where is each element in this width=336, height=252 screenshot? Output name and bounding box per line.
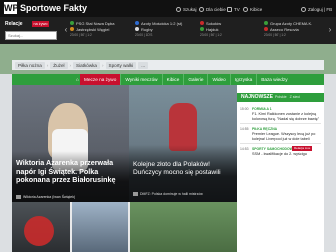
nav-for-you[interactable]: Dla ciebie [199,4,226,14]
bottom-row [12,202,237,252]
photo-icon [16,195,21,199]
bottom-article[interactable] [130,202,237,252]
news-category[interactable]: SPORTY SAMOCHODOWE [252,147,295,151]
nav-search-label: Szukaj [183,6,197,12]
scores-strip: Relacje na żywo Szukaj... ‹ PSG Stal Now… [0,17,336,44]
news-time: 15:00 [240,107,249,111]
news-text[interactable]: F1. Kimi Raikkonen zostanie z kolejną ko… [252,112,322,121]
team-badge-icon [70,27,74,31]
nav-tv[interactable]: TV [227,4,240,14]
match-card[interactable]: Grupa Azoty CHEMA K. Asseco Resovia 23:0… [264,20,324,42]
second-title[interactable]: Kolejne złoto dla Polaków! Duńczycy mocn… [133,161,233,177]
match-home: Grupa Azoty CHEMA K. [270,20,313,26]
user-icon [199,6,204,12]
nav-tv-label: TV [234,6,240,12]
fans-icon [243,6,248,12]
search-icon [176,6,181,12]
relacje-label: Relacje [5,21,23,27]
scores-prev-button[interactable]: ‹ [62,23,70,37]
bottom-article[interactable] [72,202,128,252]
match-meta: 23:00 | 50' | 1:2 [200,33,222,37]
match-meta: 23:00 | 1D'S [135,33,153,37]
news-category[interactable]: PIŁKA RĘCZNA [252,127,277,131]
brand-name[interactable]: Sportowe Fakty [20,3,87,14]
main-nav: ⌂ Mecze na żywo Wyniki meczów Kibice Gal… [12,74,324,85]
lead-title[interactable]: Wiktoria Azarenka przerwała napór Igi Św… [16,158,128,185]
match-home: Sokołów [206,20,222,26]
match-away: Asseco Resovia [270,26,299,32]
nav-fans[interactable]: Kibice [243,4,262,14]
crumb-more-button[interactable]: ... [138,61,149,69]
news-time: 14:53 [240,147,249,151]
nav-login-label: Zaloguj | FB [308,6,333,12]
second-caption-text: DMFZ: Polska dominuje w halli mistrzów [140,192,203,196]
news-item[interactable]: 14:53 SPORTY SAMOCHODOWE Relacja Live SS… [237,146,324,167]
lead-article[interactable]: Wiktoria Azarenka przerwała napór Igi Św… [12,85,129,202]
team-badge-icon [70,21,74,25]
crumb-item[interactable]: Piłka nożna [15,61,45,69]
nav-fans-label: Kibice [250,6,263,12]
tab-polish[interactable]: Polskie [275,95,287,99]
nav-search[interactable]: Szukaj [176,4,197,14]
news-time: 14:55 [240,127,249,131]
match-away: Rugby [141,26,153,32]
latest-news-tabs: Polskie Z sieci [275,95,300,99]
bottom-article[interactable] [12,202,70,252]
nav-live-matches[interactable]: Mecze na żywo [80,74,121,85]
nav-galleries[interactable]: Galerie [183,74,207,85]
news-text[interactable]: SSM - kwalifikacje do 2. wyścigu [252,152,322,157]
lead-caption-text: Wiktoria Azarenka (Iwan Świątek) [23,195,76,199]
top-bar: WP Sportowe Fakty Szukaj Dla ciebie TV K… [0,0,336,17]
match-away: Jastrzębski Węgiel [76,26,110,32]
team-badge-icon [200,21,204,25]
tab-web[interactable]: Z sieci [290,95,300,99]
match-card[interactable]: Azoty Mościcka 1:2 (st) Rugby 23:00 | 1D… [135,20,195,42]
match-away: Hajduk [206,26,219,32]
team-badge-icon [264,27,268,31]
scores-next-button[interactable]: › [326,23,334,37]
tv-icon [227,6,232,12]
nav-fans[interactable]: Kibice [161,74,184,85]
lead-caption: Wiktoria Azarenka (Iwan Świątek) [16,195,75,199]
page: WP Sportowe Fakty Szukaj Dla ciebie TV K… [0,0,336,252]
login-icon [301,6,306,12]
relacje-box: Relacje na żywo Szukaj... [2,20,60,42]
team-badge-icon [264,21,268,25]
nav-for-you-label: Dla ciebie [206,6,226,12]
nav-knowledge[interactable]: Baza wiedzy [256,74,291,85]
live-badge[interactable]: na żywo [32,21,49,27]
breadcrumb: Piłka nożna › Żużel › Siatkówka › Sporty… [12,60,324,70]
crumb-item[interactable]: Sporty walki [105,61,137,69]
news-text[interactable]: Premier League. Wszyscy lecą już po kole… [252,132,322,141]
wp-logo[interactable]: WP [4,2,19,14]
photo-icon [133,192,138,196]
scores-search-input[interactable]: Szukaj... [5,31,57,40]
news-category[interactable]: FORMUŁA 1 [252,107,272,111]
match-card[interactable]: PSG Stal Nowa Dęba Jastrzębski Węgiel 23… [70,20,130,42]
team-badge-icon [200,27,204,31]
second-article[interactable]: Kolejne złoto dla Polaków! Duńczycy mocn… [129,85,237,202]
nav-results[interactable]: Wyniki meczów [120,74,161,85]
match-card[interactable]: Sokołów Hajduk 23:00 | 50' | 1:2 [200,20,260,42]
nav-login[interactable]: Zaloguj | FB [301,4,332,14]
crumb-item[interactable]: Żużel [50,61,68,69]
match-home: Azoty Mościcka 1:2 (st) [141,20,183,26]
team-badge-icon [135,27,139,31]
ad-band: Piłka nożna › Żużel › Siatkówka › Sporty… [0,44,336,74]
nav-video[interactable]: Wideo [207,74,229,85]
home-icon[interactable]: ⌂ [72,74,80,85]
match-home: PSG Stal Nowa Dęba [76,20,115,26]
match-meta: 23:00 | 50' | 1:2 [70,33,92,37]
latest-news-panel: NAJNOWSZE Polskie Z sieci 15:00 FORMUŁA … [237,85,324,252]
crumb-item[interactable]: Siatkówka [73,61,100,69]
live-badge[interactable]: Relacja Live [292,146,313,151]
match-meta: 23:00 | 50' | 1:2 [264,33,286,37]
team-badge-icon [135,21,139,25]
second-photo [169,103,197,151]
content: Wiktoria Azarenka przerwała napór Igi Św… [12,85,324,252]
nav-olympics[interactable]: Igrzyska [229,74,256,85]
second-caption: DMFZ: Polska dominuje w halli mistrzów [133,192,203,196]
